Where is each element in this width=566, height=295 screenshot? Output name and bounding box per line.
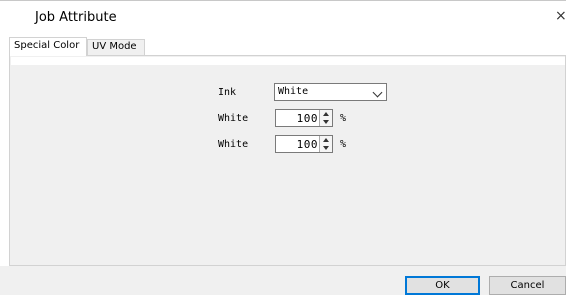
tab-special-color[interactable]: Special Color [9, 37, 87, 56]
window-title: Job Attribute [35, 10, 117, 25]
cancel-button[interactable]: Cancel [489, 276, 566, 295]
white-label-2: White [218, 139, 249, 150]
panel-header-strip [11, 57, 565, 65]
white-stepper-1[interactable]: 100 [275, 109, 333, 127]
white-stepper-2-value: 100 [296, 138, 318, 151]
title-bar: Job Attribute × [0, 0, 566, 36]
white-stepper-2[interactable]: 100 [275, 135, 333, 153]
spin-down-icon[interactable] [323, 120, 329, 124]
close-icon[interactable]: × [555, 9, 566, 23]
spin-up-icon[interactable] [323, 138, 329, 142]
percent-unit-1: % [340, 113, 347, 124]
white-label-1: White [218, 113, 249, 124]
spin-arrows-icon[interactable] [319, 136, 332, 152]
ink-select[interactable]: White [274, 83, 387, 101]
button-bar: OK Cancel [0, 266, 566, 295]
ink-label: Ink [218, 87, 237, 98]
percent-unit-2: % [340, 139, 347, 150]
spin-arrows-icon[interactable] [319, 110, 332, 126]
white-stepper-1-value: 100 [296, 112, 318, 125]
chevron-down-icon [372, 87, 383, 98]
tab-uv-mode[interactable]: UV Mode [87, 39, 145, 55]
tab-panel: Ink White White 100 % White 100 % [9, 55, 566, 266]
spin-down-icon[interactable] [323, 146, 329, 150]
spin-up-icon[interactable] [323, 112, 329, 116]
ink-select-value: White [278, 86, 309, 97]
ok-button[interactable]: OK [405, 276, 480, 295]
